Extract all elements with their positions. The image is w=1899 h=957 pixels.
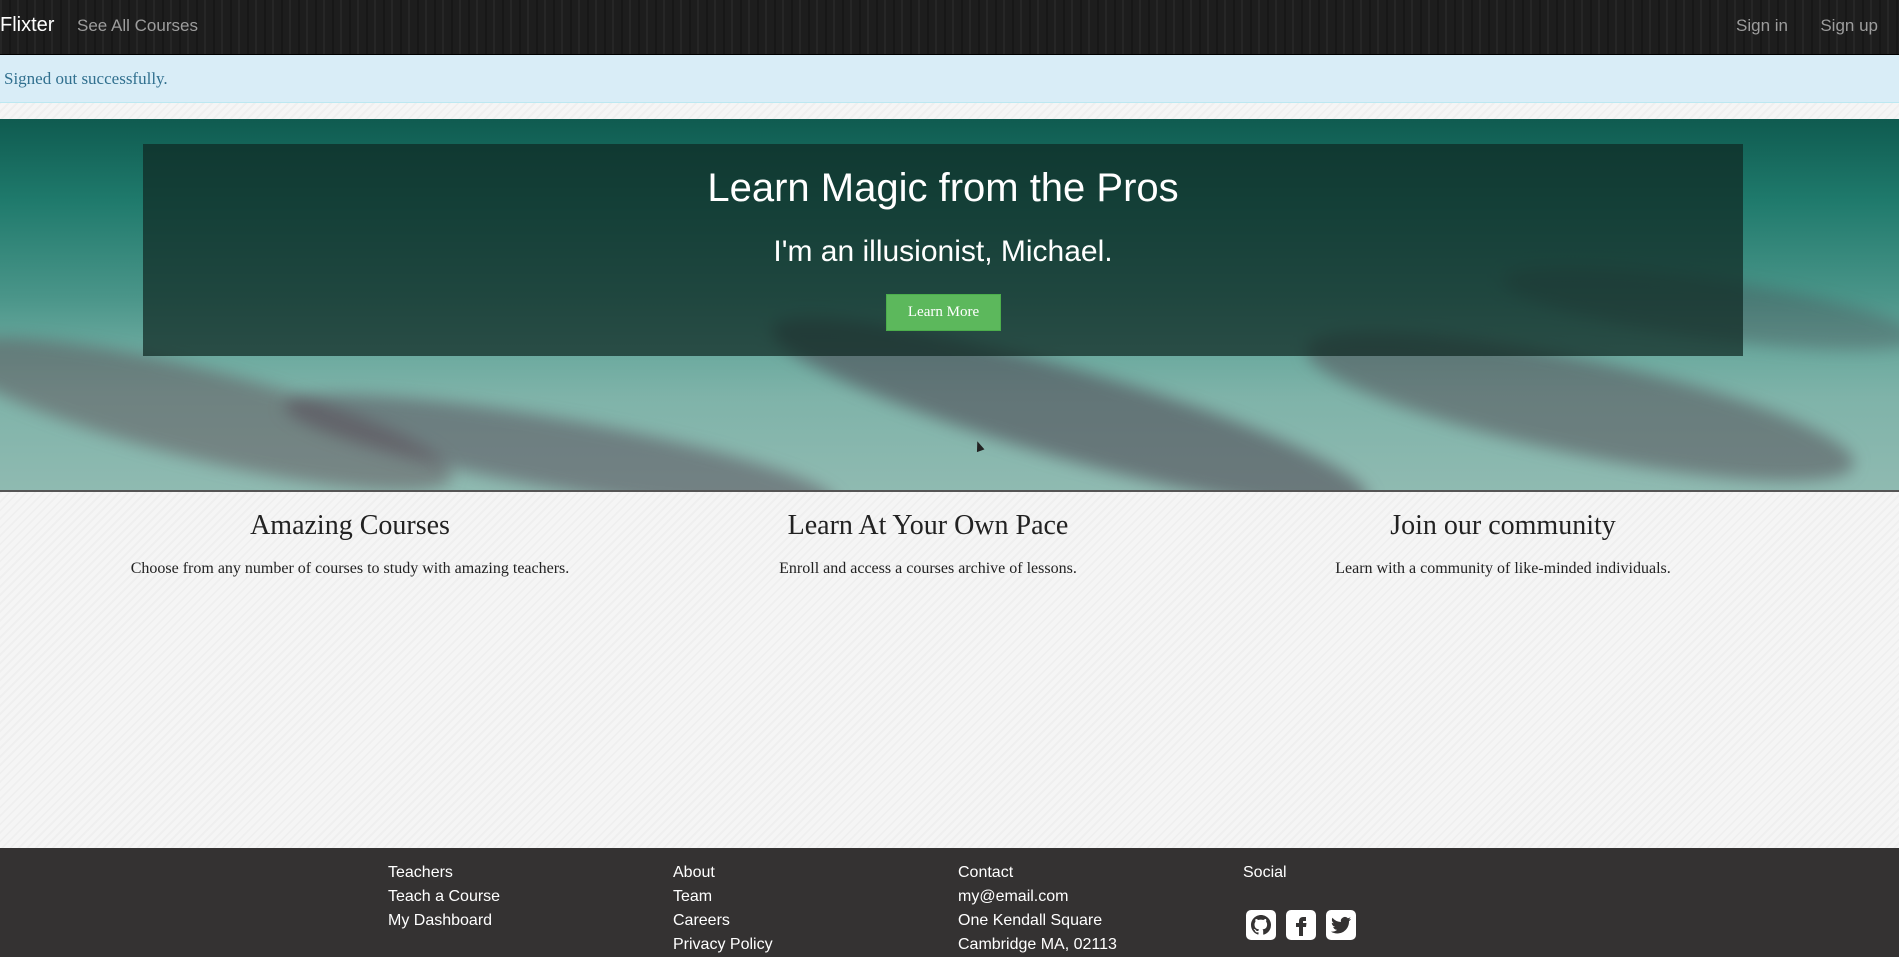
footer-teachers-column: Teachers Teach a Course My Dashboard: [388, 861, 500, 933]
footer-teach-course-link[interactable]: Teach a Course: [388, 885, 500, 909]
footer-teachers-link[interactable]: Teachers: [388, 861, 500, 885]
social-icons: [1246, 910, 1356, 940]
footer-city-line: Cambridge MA, 02113: [958, 936, 1117, 953]
footer-privacy-link[interactable]: Privacy Policy: [673, 933, 773, 957]
hero-banner: Learn Magic from the Pros I'm an illusio…: [0, 119, 1899, 492]
feature-amazing-courses: Amazing Courses Choose from any number o…: [70, 510, 630, 578]
sign-in-link[interactable]: Sign in: [1736, 16, 1788, 36]
brand-logo-link[interactable]: Flixter: [0, 14, 54, 37]
flash-alert: Signed out successfully.: [0, 55, 1899, 103]
twitter-icon[interactable]: [1326, 910, 1356, 940]
feature-own-pace: Learn At Your Own Pace Enroll and access…: [648, 510, 1208, 578]
top-navbar: Flixter See All Courses Sign in Sign up: [0, 0, 1899, 55]
footer-address-line: One Kendall Square: [958, 912, 1103, 929]
footer-contact-heading: Contact: [958, 864, 1014, 881]
footer-my-dashboard-link[interactable]: My Dashboard: [388, 909, 500, 933]
footer-email-link[interactable]: my@email.com: [958, 885, 1117, 909]
github-icon[interactable]: [1246, 910, 1276, 940]
footer-about-column: About Team Careers Privacy Policy: [673, 861, 773, 957]
feature-text: Enroll and access a courses archive of l…: [779, 560, 1077, 577]
feature-title: Join our community: [1390, 510, 1616, 541]
see-all-courses-link[interactable]: See All Courses: [77, 16, 198, 36]
sign-up-link[interactable]: Sign up: [1820, 16, 1878, 36]
feature-title: Amazing Courses: [250, 510, 450, 541]
hero-panel: Learn Magic from the Pros I'm an illusio…: [143, 144, 1743, 356]
feature-text: Learn with a community of like-minded in…: [1335, 560, 1671, 577]
learn-more-button[interactable]: Learn More: [886, 294, 1001, 331]
footer-social-heading: Social: [1243, 864, 1287, 881]
footer-careers-link[interactable]: Careers: [673, 909, 773, 933]
feature-community: Join our community Learn with a communit…: [1223, 510, 1783, 578]
feature-title: Learn At Your Own Pace: [787, 510, 1069, 541]
footer-social-column: Social: [1243, 861, 1287, 885]
site-footer: Teachers Teach a Course My Dashboard Abo…: [0, 848, 1899, 957]
hero-title: Learn Magic from the Pros: [707, 166, 1179, 210]
facebook-icon[interactable]: [1286, 910, 1316, 940]
footer-team-link[interactable]: Team: [673, 885, 773, 909]
alert-message: Signed out successfully.: [4, 69, 168, 88]
footer-about-link[interactable]: About: [673, 861, 773, 885]
feature-text: Choose from any number of courses to stu…: [130, 560, 570, 577]
footer-contact-column: Contact my@email.com One Kendall Square …: [958, 861, 1117, 957]
hero-subtitle: I'm an illusionist, Michael.: [773, 235, 1113, 268]
